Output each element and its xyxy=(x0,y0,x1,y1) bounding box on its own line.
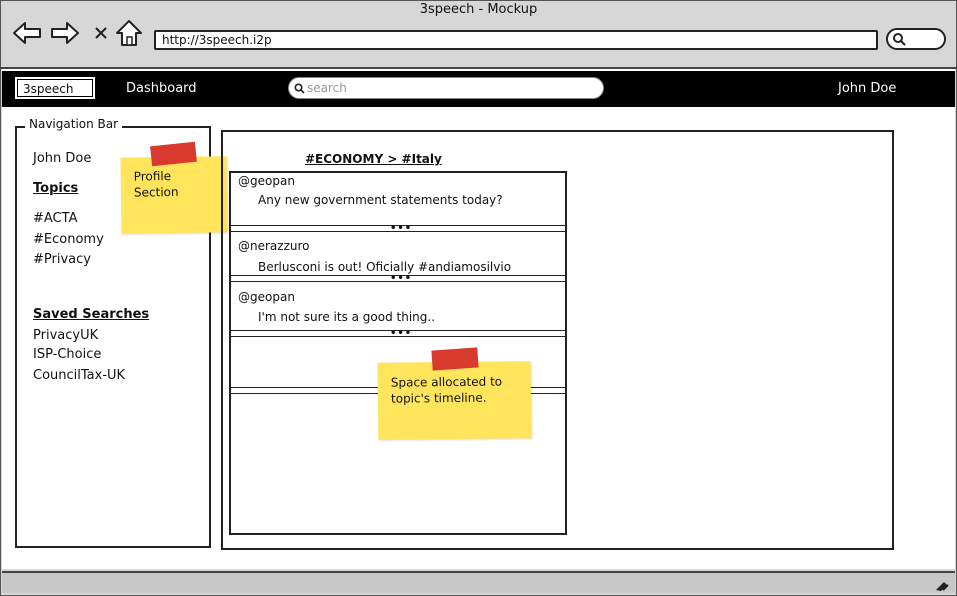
search-icon xyxy=(294,83,305,94)
post-author[interactable]: @nerazzuro xyxy=(238,239,310,253)
post-author[interactable]: @geopan xyxy=(238,290,295,304)
sticky-note-text: Space allocated to xyxy=(390,374,503,390)
topics-heading: Topics xyxy=(33,181,79,196)
app-top-bar: 3speech Dashboard search John Doe xyxy=(2,71,955,107)
saved-search-counciltax-uk[interactable]: CouncilTax-UK xyxy=(33,368,125,383)
back-arrow-icon[interactable] xyxy=(12,18,42,48)
post-more-indicator[interactable]: ••• xyxy=(390,329,412,339)
browser-search-box[interactable] xyxy=(886,28,946,50)
post-author[interactable]: @geopan xyxy=(238,174,295,188)
topic-link-acta[interactable]: #ACTA xyxy=(33,211,77,226)
saved-search-isp-choice[interactable]: ISP-Choice xyxy=(33,347,101,362)
breadcrumb[interactable]: #ECONOMY > #Italy xyxy=(305,152,442,166)
url-bar[interactable]: http://3speech.i2p xyxy=(154,30,878,50)
profile-name[interactable]: John Doe xyxy=(33,151,91,166)
close-x-icon[interactable] xyxy=(86,18,116,48)
resize-grip-icon[interactable] xyxy=(934,577,950,596)
saved-search-privacyuk[interactable]: PrivacyUK xyxy=(33,328,98,343)
sticky-tape xyxy=(431,347,479,371)
search-icon xyxy=(893,33,906,46)
post-more-indicator[interactable]: ••• xyxy=(390,224,412,234)
window-title: 3speech - Mockup xyxy=(419,2,538,17)
post-more-indicator[interactable]: ••• xyxy=(390,274,412,284)
sticky-note-text: topic's timeline. xyxy=(390,390,487,406)
post-text: Berlusconi is out! Oficially #andiamosil… xyxy=(258,260,512,274)
topic-link-economy[interactable]: #Economy xyxy=(33,232,104,247)
search-placeholder: search xyxy=(307,81,347,95)
nav-dashboard-link[interactable]: Dashboard xyxy=(126,81,197,96)
profile-sticky-note: Profile Section xyxy=(120,156,228,234)
user-menu-name[interactable]: John Doe xyxy=(838,81,896,96)
timeline-sticky-note: Space allocated to topic's timeline. xyxy=(377,361,532,440)
status-bar xyxy=(2,571,955,593)
post-text: I'm not sure its a good thing.. xyxy=(258,310,436,324)
navigation-panel-legend: Navigation Bar xyxy=(25,117,123,131)
sticky-note-text: Section xyxy=(133,184,179,200)
app-logo[interactable]: 3speech xyxy=(15,77,95,99)
forward-arrow-icon[interactable] xyxy=(50,18,80,48)
app-search-input[interactable]: search xyxy=(288,77,604,99)
saved-searches-heading: Saved Searches xyxy=(33,307,150,322)
sticky-note-text: Profile xyxy=(133,169,172,184)
post-text: Any new government statements today? xyxy=(258,193,503,207)
home-icon[interactable] xyxy=(114,18,144,48)
topic-link-privacy[interactable]: #Privacy xyxy=(33,252,91,267)
